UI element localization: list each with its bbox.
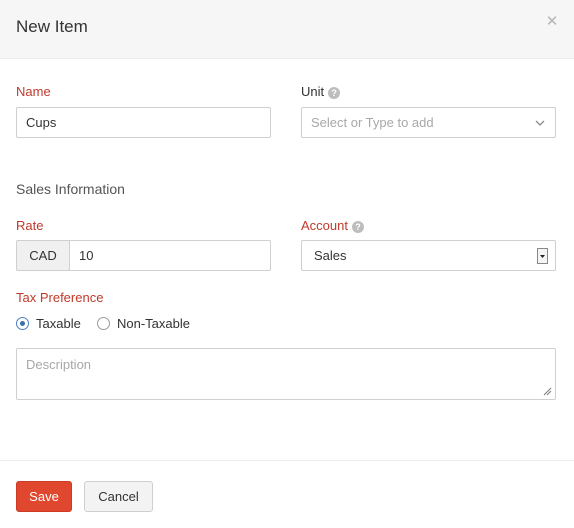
new-item-dialog: New Item ✕ Name Cups Unit? Select or Typ… bbox=[0, 0, 574, 528]
dialog-header: New Item ✕ bbox=[0, 0, 574, 59]
unit-placeholder: Select or Type to add bbox=[311, 115, 434, 130]
footer-divider bbox=[0, 460, 574, 461]
cancel-button[interactable]: Cancel bbox=[84, 481, 153, 512]
question-icon[interactable]: ? bbox=[351, 221, 364, 233]
non-taxable-label[interactable]: Non-Taxable bbox=[117, 316, 190, 331]
non-taxable-radio[interactable] bbox=[97, 317, 110, 330]
unit-label-group: Unit? bbox=[301, 84, 341, 99]
rate-input[interactable]: 10 bbox=[69, 240, 271, 271]
account-selected-value: Sales bbox=[314, 248, 347, 263]
taxable-radio[interactable] bbox=[16, 317, 29, 330]
close-icon[interactable]: ✕ bbox=[544, 14, 560, 30]
description-textarea[interactable]: Description bbox=[16, 348, 556, 400]
question-icon[interactable]: ? bbox=[328, 87, 341, 99]
rate-label: Rate bbox=[16, 218, 44, 233]
tax-preference-label: Tax Preference bbox=[16, 290, 104, 305]
name-label: Name bbox=[16, 84, 51, 99]
dropdown-arrow-icon[interactable] bbox=[537, 248, 548, 264]
currency-addon: CAD bbox=[16, 240, 69, 271]
account-label: Account bbox=[301, 218, 348, 233]
resize-handle-icon[interactable] bbox=[543, 387, 552, 396]
account-select[interactable]: Sales bbox=[301, 240, 556, 271]
unit-label: Unit bbox=[301, 84, 325, 99]
dialog-title: New Item bbox=[16, 17, 88, 36]
save-button[interactable]: Save bbox=[16, 481, 72, 512]
rate-input-value: 10 bbox=[79, 248, 94, 263]
unit-select[interactable]: Select or Type to add bbox=[301, 107, 556, 138]
name-input-value: Cups bbox=[26, 115, 57, 130]
description-placeholder: Description bbox=[26, 357, 92, 372]
account-label-group: Account? bbox=[301, 218, 364, 233]
caret-down-icon bbox=[540, 255, 545, 258]
name-input[interactable]: Cups bbox=[16, 107, 271, 138]
taxable-label[interactable]: Taxable bbox=[36, 316, 81, 331]
sales-information-heading: Sales Information bbox=[16, 181, 125, 197]
chevron-down-icon bbox=[535, 120, 545, 126]
